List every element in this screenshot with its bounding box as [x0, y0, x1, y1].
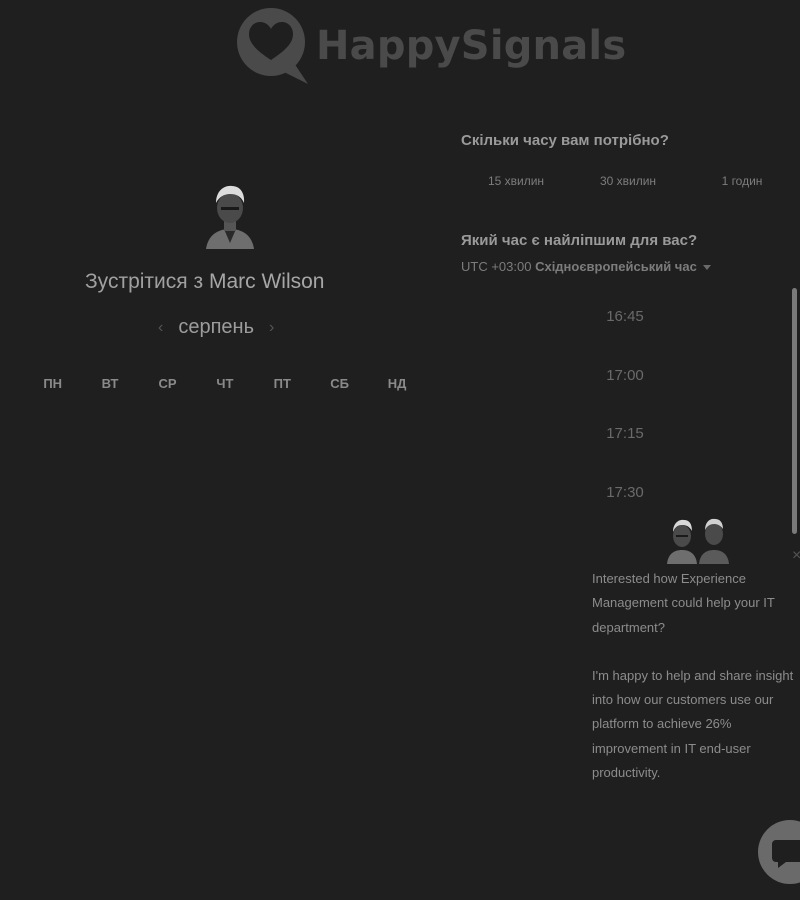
calendar-day [254, 408, 311, 462]
calendar-day [139, 570, 196, 624]
calendar-day [368, 408, 425, 462]
calendar-days [24, 408, 426, 678]
calendar-day [368, 516, 425, 570]
calendar-day [254, 624, 311, 678]
calendar-day [311, 570, 368, 624]
calendar-day [368, 570, 425, 624]
calendar-day [81, 570, 138, 624]
calendar-day [196, 624, 253, 678]
calendar-day [254, 516, 311, 570]
calendar-day [196, 570, 253, 624]
calendar-day [139, 624, 196, 678]
calendar-day [139, 516, 196, 570]
calendar-day [311, 462, 368, 516]
scrollbar[interactable] [792, 288, 797, 534]
calendar-day [139, 462, 196, 516]
duration-options: 15 хвилин 30 хвилин 1 годин [460, 174, 800, 188]
calendar-week [24, 462, 426, 516]
heart-speech-bubble-icon [237, 8, 308, 84]
time-slot[interactable]: 17:15 [560, 413, 690, 472]
calendar-day [24, 462, 81, 516]
chat-bubble-icon [772, 840, 800, 868]
month-label: серпень [178, 316, 254, 338]
duration-option-30[interactable]: 30 хвилин [572, 174, 684, 188]
timezone-selector[interactable]: UTC +03:00 Східноєвропейський час [461, 259, 711, 274]
timezone-name: Східноєвропейський час [535, 259, 697, 274]
host-avatar [206, 185, 254, 249]
calendar-day [24, 516, 81, 570]
duration-option-60[interactable]: 1 годин [684, 174, 800, 188]
duration-question: Скільки часу вам потрібно? [461, 132, 669, 149]
weekday-label: ПТ [273, 376, 291, 391]
chat-launcher-button[interactable] [758, 820, 800, 884]
calendar-day [368, 624, 425, 678]
weekday-label: ВТ [101, 376, 119, 391]
weekday-label: НД [387, 376, 407, 391]
calendar-day [139, 408, 196, 462]
calendar-day [24, 624, 81, 678]
calendar-week [24, 408, 426, 462]
timezone-offset: UTC +03:00 [461, 259, 532, 274]
calendar-week [24, 624, 426, 678]
calendar-day [196, 462, 253, 516]
weekday-header: ПН ВТ СР ЧТ ПТ СБ НД [24, 372, 426, 396]
calendar-day [81, 516, 138, 570]
close-icon[interactable]: × [792, 547, 800, 565]
time-slot-list: 16:45 17:00 17:15 17:30 [560, 296, 690, 530]
duration-option-15[interactable]: 15 хвилин [460, 174, 572, 188]
chat-message-text: I'm happy to help and share insight into… [592, 667, 794, 781]
time-slot[interactable]: 16:45 [560, 296, 690, 355]
meeting-title-prefix: Зустрітися з [85, 270, 204, 293]
chevron-right-icon[interactable]: › [269, 319, 274, 337]
chat-message: Interested how Experience Management cou… [592, 567, 800, 785]
calendar-day [81, 462, 138, 516]
chevron-left-icon[interactable]: ‹ [158, 319, 163, 337]
weekday-label: СБ [330, 376, 350, 391]
chat-message-text: Interested how Experience Management cou… [592, 571, 775, 635]
calendar-day [81, 408, 138, 462]
calendar-day [254, 462, 311, 516]
weekday-label: ЧТ [216, 376, 234, 391]
calendar-grid: ПН ВТ СР ЧТ ПТ СБ НД [24, 372, 426, 678]
calendar-day [81, 624, 138, 678]
brand-name: HappySignals [316, 23, 627, 69]
calendar-day [311, 624, 368, 678]
month-navigator: ‹ серпень › [158, 316, 274, 339]
weekday-label: СР [158, 376, 177, 391]
calendar-day [24, 570, 81, 624]
calendar-week [24, 516, 426, 570]
calendar-day [24, 408, 81, 462]
calendar-week [24, 570, 426, 624]
time-question: Який час є найліпшим для вас? [461, 232, 698, 249]
meeting-title: Зустрітися з Marc Wilson [85, 270, 324, 294]
calendar-day [311, 408, 368, 462]
calendar-day [196, 516, 253, 570]
calendar-day [368, 462, 425, 516]
time-slot[interactable]: 17:00 [560, 355, 690, 414]
chat-agent-avatars [667, 518, 729, 564]
caret-down-icon [702, 265, 711, 271]
calendar-day [311, 516, 368, 570]
calendar-day [254, 570, 311, 624]
weekday-label: ПН [43, 376, 63, 391]
calendar-day [196, 408, 253, 462]
brand-logo: HappySignals [236, 8, 626, 84]
host-name: Marc Wilson [208, 270, 325, 293]
